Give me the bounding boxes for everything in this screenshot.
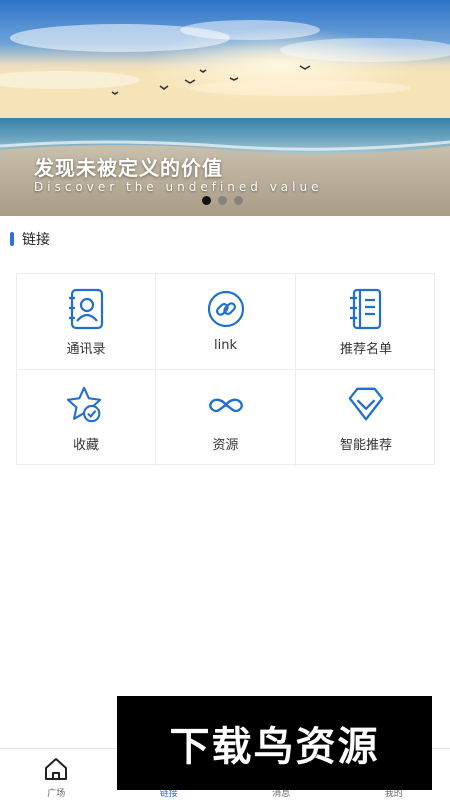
contacts-book-icon [66, 288, 106, 330]
grid-item-contacts[interactable]: 通讯录 [17, 274, 156, 370]
grid-item-resources[interactable]: 资源 [156, 370, 296, 466]
grid-item-label: 推荐名单 [339, 342, 392, 357]
grid-item-recommend-list[interactable]: 推荐名单 [296, 274, 436, 370]
star-check-icon [66, 384, 106, 426]
diamond-check-icon [346, 384, 386, 426]
infinity-icon [206, 384, 246, 426]
grid-item-label: 资源 [212, 438, 239, 453]
watermark-text: 下载鸟资源 [169, 724, 380, 770]
carousel-dot-2[interactable] [218, 196, 227, 205]
banner-title: 发现未被定义的价值 [34, 156, 223, 180]
carousel-dot-1[interactable] [202, 196, 211, 205]
grid-item-smart-recommend[interactable]: 智能推荐 [296, 370, 436, 466]
carousel-indicator [202, 196, 243, 205]
grid-item-label: 智能推荐 [339, 438, 392, 453]
grid-item-label: link [214, 338, 237, 353]
carousel-dot-3[interactable] [234, 196, 243, 205]
link-icon [206, 288, 246, 330]
feature-grid: 通讯录 link 推荐名单 收藏 资源 智能推荐 [16, 273, 436, 466]
banner-carousel[interactable]: 发现未被定义的价值 Discover the undefined value [0, 0, 450, 216]
section-header: 链接 [10, 229, 50, 249]
tab-square[interactable]: 广场 [0, 749, 113, 800]
watermark-overlay: 下载鸟资源 [117, 696, 432, 790]
section-title: 链接 [22, 232, 50, 248]
grid-item-favorites[interactable]: 收藏 [17, 370, 156, 466]
tab-label: 广场 [47, 789, 66, 799]
banner-subtitle: Discover the undefined value [34, 180, 323, 194]
grid-item-link[interactable]: link [156, 274, 296, 370]
home-icon [42, 755, 70, 783]
notebook-icon [346, 288, 386, 330]
grid-item-label: 收藏 [72, 438, 99, 453]
section-accent-bar [10, 232, 14, 246]
grid-item-label: 通讯录 [66, 342, 106, 357]
